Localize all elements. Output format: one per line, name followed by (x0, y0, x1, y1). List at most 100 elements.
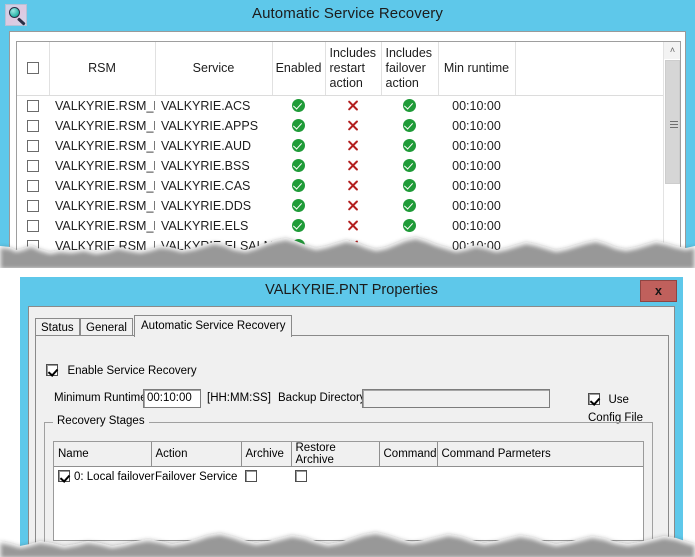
stages-cell-archive-checkbox[interactable] (245, 470, 257, 483)
stages-cell-restore-archive-checkbox[interactable] (295, 470, 307, 483)
dialog-titlebar[interactable]: VALKYRIE.PNT Properties x (20, 277, 683, 306)
header-min-runtime[interactable]: Min runtime (438, 42, 516, 96)
cell-includes-failover-action (381, 116, 438, 136)
stages-cell-archive[interactable] (241, 467, 291, 487)
table-row[interactable]: VALKYRIE.RSM_P VALKYRIE.BSS 00:10:00 (17, 156, 665, 176)
stages-header-action[interactable]: Action (151, 442, 242, 467)
top-window-client-area: RSM Service Enabled Includes restart act… (9, 31, 686, 268)
table-row[interactable]: VALKYRIE.RSM_P VALKYRIE.DDS 00:10:00 (17, 196, 665, 216)
services-grid-scrollbar[interactable]: ˄ (663, 42, 680, 266)
stages-header-command[interactable]: Command (379, 442, 438, 467)
status-yes-icon (292, 98, 305, 112)
status-no-icon (347, 119, 360, 132)
stage-enabled-checkbox[interactable] (58, 470, 70, 483)
cell-enabled (272, 176, 325, 196)
row-select-cell[interactable] (17, 95, 49, 116)
row-checkbox[interactable] (27, 119, 39, 132)
status-yes-icon (292, 138, 305, 152)
row-checkbox[interactable] (27, 99, 39, 112)
row-checkbox[interactable] (27, 159, 39, 172)
header-select-all[interactable] (17, 42, 50, 96)
services-table-body: VALKYRIE.RSM_P VALKYRIE.ACS 00:10:00 VALKYR… (17, 95, 665, 256)
row-select-cell[interactable] (17, 156, 49, 176)
row-checkbox[interactable] (27, 179, 39, 192)
status-yes-icon (403, 178, 416, 192)
cell-min-runtime: 00:10:00 (452, 98, 501, 113)
row-select-cell[interactable] (17, 196, 49, 216)
recovery-stages-grid: Name Action Archive Restore Archive Comm… (53, 441, 644, 541)
table-row[interactable]: VALKYRIE.RSM_P VALKYRIE.ELS 00:10:00 (17, 216, 665, 236)
header-includes-failover-l2: failover (385, 60, 426, 75)
row-select-cell[interactable] (17, 236, 49, 256)
row-select-cell[interactable] (17, 216, 49, 236)
status-yes-icon (403, 138, 416, 152)
stages-cell-restore-archive[interactable] (291, 467, 379, 487)
tab-general[interactable]: General (80, 318, 133, 336)
close-icon[interactable]: x (640, 280, 677, 302)
row-select-cell[interactable] (17, 176, 49, 196)
cell-filler (515, 116, 665, 136)
cell-service: VALKYRIE.ELS (161, 218, 249, 233)
use-config-file-row[interactable]: Use Config File (588, 390, 654, 426)
status-no-icon (347, 159, 360, 172)
row-select-cell[interactable] (17, 136, 49, 156)
stages-header-name[interactable]: Name (54, 442, 152, 467)
row-checkbox[interactable] (27, 139, 39, 152)
stages-cell-action: Failover Service (155, 470, 238, 483)
header-includes-failover-action[interactable]: Includes failover action (381, 42, 439, 96)
use-config-file-checkbox[interactable] (588, 393, 600, 405)
screenshot-root: Automatic Service Recovery RSM Service E… (0, 0, 695, 557)
cell-rsm: VALKYRIE.RSM_P (55, 138, 155, 153)
cell-service: VALKYRIE.ELSALM (161, 238, 272, 253)
tab-status[interactable]: Status (35, 318, 80, 336)
cell-includes-restart-action (325, 156, 381, 176)
header-includes-failover-l3: action (385, 75, 419, 90)
table-row[interactable]: VALKYRIE.RSM_P VALKYRIE.AUD 00:10:00 (17, 136, 665, 156)
stages-header-archive[interactable]: Archive (241, 442, 292, 467)
stages-header-command-parameters[interactable]: Command Parmeters (437, 442, 643, 467)
row-checkbox[interactable] (27, 239, 39, 252)
row-select-cell[interactable] (17, 116, 49, 136)
tab-automatic-service-recovery[interactable]: Automatic Service Recovery (134, 315, 293, 337)
runtime-format-hint: [HH:MM:SS] (207, 392, 271, 404)
scroll-up-arrow-icon[interactable]: ˄ (664, 42, 680, 59)
header-includes-restart-l3: action (329, 75, 363, 90)
services-table-header-row: RSM Service Enabled Includes restart act… (17, 42, 665, 96)
enable-service-recovery-row[interactable]: Enable Service Recovery (46, 361, 197, 379)
cell-filler (515, 136, 665, 156)
enable-service-recovery-label: Enable Service Recovery (67, 365, 197, 377)
status-yes-icon (403, 198, 416, 212)
table-row[interactable]: VALKYRIE.RSM_P VALKYRIE.ELSALM 00:10:00 (17, 236, 665, 256)
cell-includes-failover-action (381, 236, 438, 256)
stages-header-restore-archive[interactable]: Restore Archive (291, 442, 380, 467)
cell-includes-restart-action (325, 216, 381, 236)
header-includes-restart-action[interactable]: Includes restart action (325, 42, 382, 96)
stages-row[interactable]: 0: Local failover Failover Service (54, 467, 643, 487)
header-filler (515, 42, 665, 96)
cell-includes-failover-action (381, 176, 438, 196)
minimum-runtime-input[interactable]: 00:10:00 (143, 389, 201, 408)
table-row[interactable]: VALKYRIE.RSM_P VALKYRIE.APPS 00:10:00 (17, 116, 665, 136)
enable-service-recovery-checkbox[interactable] (46, 364, 58, 376)
row-checkbox[interactable] (27, 199, 39, 212)
stages-cell-name[interactable]: 0: Local failover (54, 467, 155, 487)
table-row[interactable]: VALKYRIE.RSM_P VALKYRIE.CAS 00:10:00 (17, 176, 665, 196)
select-all-checkbox[interactable] (26, 61, 39, 74)
cell-min-runtime: 00:10:00 (452, 178, 501, 193)
status-yes-icon (292, 158, 305, 172)
recovery-stages-table: Name Action Archive Restore Archive Comm… (54, 442, 643, 487)
backup-directory-input[interactable] (362, 389, 550, 408)
cell-rsm: VALKYRIE.RSM_P (55, 178, 155, 193)
header-service[interactable]: Service (155, 42, 273, 96)
header-enabled[interactable]: Enabled (272, 42, 326, 96)
header-rsm[interactable]: RSM (49, 42, 156, 96)
table-row[interactable]: VALKYRIE.RSM_P VALKYRIE.ACS 00:10:00 (17, 95, 665, 116)
top-window-titlebar[interactable]: Automatic Service Recovery (0, 0, 695, 31)
cell-rsm: VALKYRIE.RSM_P (55, 198, 155, 213)
cell-rsm: VALKYRIE.RSM_P (55, 238, 155, 253)
status-no-icon (347, 239, 360, 252)
scrollbar-thumb[interactable] (665, 60, 680, 184)
cell-includes-failover-action (381, 95, 438, 116)
row-checkbox[interactable] (27, 219, 39, 232)
stages-cell-command-parameters (437, 467, 643, 487)
